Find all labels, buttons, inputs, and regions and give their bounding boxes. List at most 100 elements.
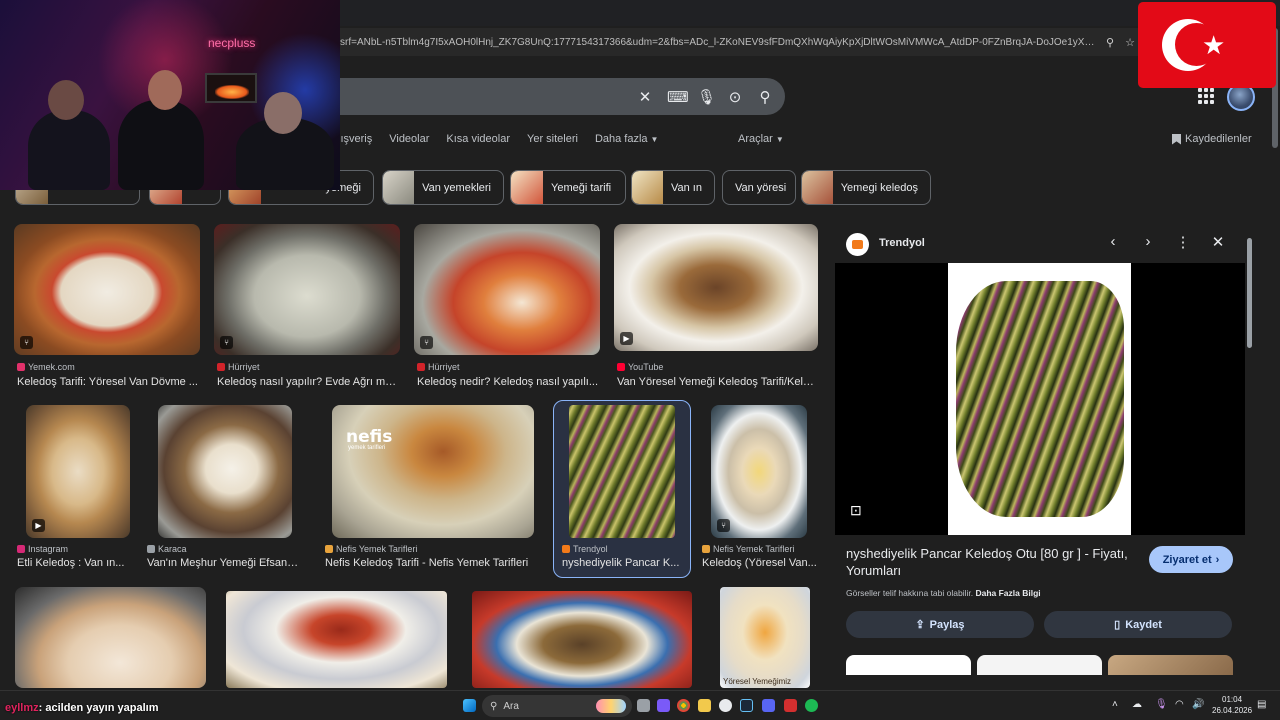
panel-scrollbar[interactable]: [1247, 228, 1252, 674]
image-result[interactable]: ⑂ Yemek.com Keledoş Tarifi: Yöresel Van …: [14, 224, 200, 394]
tab-short-videos[interactable]: Kısa videolar: [446, 133, 510, 149]
volume-icon[interactable]: 🔊: [1192, 699, 1204, 710]
lens-icon[interactable]: ⊡: [850, 502, 862, 519]
related-thumbnail[interactable]: [977, 655, 1102, 675]
discord-icon[interactable]: [762, 699, 775, 712]
spotify-icon[interactable]: [805, 699, 818, 712]
visit-button[interactable]: Ziyaret et ›: [1149, 546, 1233, 573]
chat-text: : acilden yayın yapalım: [38, 702, 159, 714]
chip-label: Yemeği tarifi: [551, 181, 612, 194]
result-image[interactable]: [472, 591, 692, 688]
lens-icon[interactable]: ⊙: [727, 88, 743, 106]
search-icon[interactable]: ⚲: [757, 88, 773, 106]
result-image[interactable]: [15, 587, 206, 688]
result-title[interactable]: Van'ın Meşhur Yemeği Efsane ...: [147, 557, 303, 569]
source-favicon: [417, 363, 425, 371]
saved-link[interactable]: Kaydedilenler: [1172, 133, 1252, 145]
show-hidden-icons[interactable]: ˄: [1112, 699, 1118, 710]
tab-videos[interactable]: Videolar: [389, 133, 429, 149]
result-title[interactable]: Keledoş (Yöresel Van...: [702, 557, 818, 569]
onedrive-icon[interactable]: ☁: [1132, 699, 1142, 710]
next-icon[interactable]: ›: [1138, 233, 1158, 250]
image-result[interactable]: ▶ Instagram Etli Keledoş : Van ın...: [14, 405, 134, 575]
chrome-icon[interactable]: [677, 699, 690, 712]
windows-start-icon[interactable]: [463, 699, 476, 712]
notification-icon[interactable]: ▤: [1257, 699, 1266, 710]
clock[interactable]: 01:04 26.04.2026: [1212, 694, 1252, 716]
save-button[interactable]: ▯ Kaydet: [1044, 611, 1232, 638]
related-chip[interactable]: Yemegi keledoş: [801, 170, 931, 205]
more-info-link[interactable]: Daha Fazla Bilgi: [975, 588, 1040, 598]
result-image[interactable]: ⑂: [414, 224, 600, 355]
tools-menu[interactable]: Araçlar ▼: [738, 133, 784, 145]
related-chip[interactable]: Yemeği tarifi: [510, 170, 626, 205]
panel-scrollbar-thumb[interactable]: [1247, 238, 1252, 348]
related-chip[interactable]: Van ın: [631, 170, 715, 205]
microphone-icon[interactable]: 🎙: [697, 88, 716, 106]
tab-websites[interactable]: Yer siteleri: [527, 133, 578, 149]
result-image[interactable]: [158, 405, 292, 538]
image-result[interactable]: Trendyol nyshediyelik Pancar K...: [559, 405, 687, 575]
settings-icon[interactable]: [719, 699, 732, 712]
image-result[interactable]: ▶ YouTube Van Yöresel Yemeği Keledoş Tar…: [614, 224, 818, 394]
result-image[interactable]: Yöresel Yemeğimiz: [720, 587, 810, 688]
bookmark-star-icon[interactable]: ☆: [1120, 36, 1140, 49]
related-thumbnail[interactable]: [1108, 655, 1233, 675]
image-result[interactable]: [472, 591, 692, 688]
keyboard-icon[interactable]: ⌨: [667, 88, 689, 106]
news-icon[interactable]: [784, 699, 797, 712]
image-result[interactable]: Karaca Van'ın Meşhur Yemeği Efsane ...: [144, 405, 304, 575]
tab-more[interactable]: Daha fazla ▼: [595, 133, 659, 149]
google-apps-icon[interactable]: [1198, 88, 1214, 104]
search-box[interactable]: ✕ ⌨ 🎙 ⊙ ⚲: [300, 78, 785, 115]
result-source: Hürriyet: [417, 362, 460, 372]
result-title[interactable]: Nefis Keledoş Tarifi - Nefis Yemek Tarif…: [325, 557, 541, 569]
result-image[interactable]: ⑂: [14, 224, 200, 355]
tab-shopping[interactable]: lışveriş: [338, 133, 372, 149]
image-result[interactable]: nefis yemek tarifleri Nefis Yemek Tarifl…: [322, 405, 542, 575]
more-options-icon[interactable]: ⋮: [1173, 233, 1193, 251]
preview-site-name[interactable]: Trendyol: [879, 237, 925, 249]
result-image[interactable]: [569, 405, 675, 538]
result-image[interactable]: ⑂: [214, 224, 400, 355]
streamer-person: [28, 110, 110, 190]
close-icon[interactable]: ✕: [1208, 233, 1228, 251]
image-result[interactable]: ⑂ Nefis Yemek Tarifleri Keledoş (Yöresel…: [699, 405, 819, 575]
result-title[interactable]: Etli Keledoş : Van ın...: [17, 557, 133, 569]
related-chip[interactable]: Van yöresi: [722, 170, 796, 205]
preview-image-frame[interactable]: [835, 263, 1245, 535]
result-image[interactable]: ▶: [614, 224, 818, 351]
share-button[interactable]: ⇪ Paylaş: [846, 611, 1034, 638]
file-explorer-icon[interactable]: [698, 699, 711, 712]
result-image[interactable]: ▶: [26, 405, 130, 538]
address-bar[interactable]: srf=ANbL-n5Tblm4g7I5xAOH0lHnj_ZK7G8UnQ:1…: [340, 28, 1140, 56]
image-result[interactable]: [15, 587, 206, 688]
taskbar-search[interactable]: ⚲ Ara: [482, 695, 632, 717]
result-image[interactable]: nefis yemek tarifleri: [332, 405, 534, 538]
result-image[interactable]: ⑂: [711, 405, 807, 538]
preview-image[interactable]: [948, 263, 1131, 535]
steam-icon[interactable]: [740, 699, 753, 712]
result-title[interactable]: Keledoş nedir? Keledoş nasıl yapılı...: [417, 376, 599, 388]
result-source: Trendyol: [562, 544, 608, 554]
image-result[interactable]: Yöresel Yemeğimiz: [720, 587, 810, 688]
task-view-icon[interactable]: [637, 699, 650, 712]
image-result[interactable]: ⑂ Hürriyet Keledoş nedir? Keledoş nasıl …: [414, 224, 600, 394]
zoom-icon[interactable]: ⚲: [1100, 36, 1120, 49]
result-title[interactable]: nyshediyelik Pancar K...: [562, 557, 686, 569]
copilot-icon[interactable]: [657, 699, 670, 712]
image-result[interactable]: [226, 591, 447, 688]
microphone-icon[interactable]: 🎙: [1155, 699, 1168, 710]
url-text[interactable]: srf=ANbL-n5Tblm4g7I5xAOH0lHnj_ZK7G8UnQ:1…: [340, 37, 1100, 48]
result-title[interactable]: Keledoş Tarifi: Yöresel Van Dövme ...: [17, 376, 199, 388]
prev-icon[interactable]: ‹: [1103, 233, 1123, 250]
result-title[interactable]: Keledoş nasıl yapılır? Evde Ağrı mu...: [217, 376, 399, 388]
clear-icon[interactable]: ✕: [637, 88, 653, 106]
wifi-icon[interactable]: ◠: [1175, 699, 1184, 710]
related-chip[interactable]: Van yemekleri: [382, 170, 504, 205]
result-image[interactable]: [226, 591, 447, 688]
result-title[interactable]: Van Yöresel Yemeği Keledoş Tarifi/Kele..…: [617, 376, 817, 388]
related-thumbnail[interactable]: [846, 655, 971, 675]
image-result[interactable]: ⑂ Hürriyet Keledoş nasıl yapılır? Evde A…: [214, 224, 400, 394]
preview-title[interactable]: nyshediyelik Pancar Keledoş Otu [80 gr ]…: [846, 545, 1141, 579]
